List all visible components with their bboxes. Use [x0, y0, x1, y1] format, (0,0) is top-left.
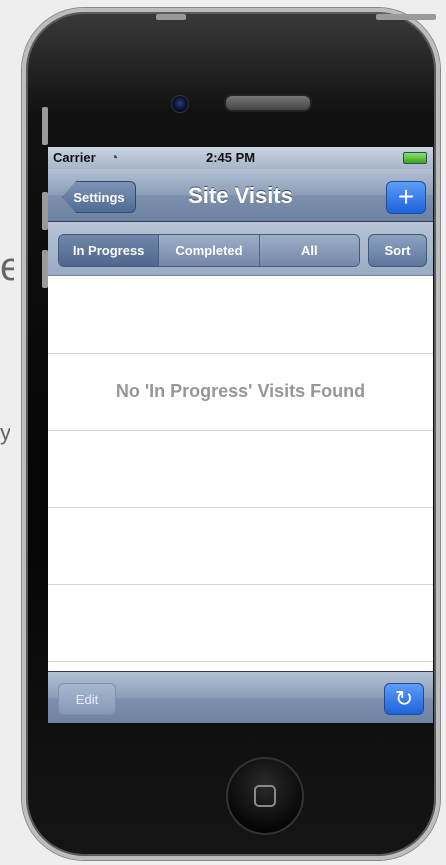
- empty-state-message: No 'In Progress' Visits Found: [115, 381, 366, 401]
- background-text-e: e: [0, 245, 14, 289]
- filter-bar: In Progress Completed All Sort: [48, 222, 433, 276]
- home-button[interactable]: [226, 757, 304, 835]
- refresh-icon: ↻: [394, 686, 414, 711]
- visit-filter-segmented-control: In Progress Completed All: [58, 234, 360, 267]
- visit-list: No 'In Progress' Visits Found: [48, 276, 433, 671]
- background-text-y: y: [0, 420, 10, 445]
- bottom-toolbar: Edit ↻: [48, 671, 433, 723]
- status-time: 2:45 PM: [206, 150, 256, 165]
- list-row: [48, 507, 433, 585]
- refresh-button[interactable]: ↻: [384, 683, 424, 715]
- home-square-icon: [254, 785, 276, 807]
- empty-state-row: No 'In Progress' Visits Found: [48, 353, 433, 431]
- battery-icon: [403, 152, 427, 164]
- edit-button[interactable]: Edit: [58, 683, 116, 715]
- mute-switch: [42, 107, 48, 145]
- settings-back-button[interactable]: Settings: [62, 181, 136, 213]
- wifi-icon: ◔: [110, 149, 119, 165]
- front-camera: [171, 95, 189, 113]
- sort-button[interactable]: Sort: [368, 234, 427, 267]
- segment-completed[interactable]: Completed: [159, 235, 260, 266]
- app-screen: Carrier ◔ 2:45 PM Settings Site Visits +…: [48, 147, 433, 723]
- carrier-label: Carrier: [53, 150, 96, 165]
- list-row: [48, 584, 433, 662]
- earpiece-speaker: [224, 94, 312, 112]
- add-visit-button[interactable]: +: [386, 181, 426, 214]
- top-button: [156, 14, 186, 20]
- status-bar: Carrier ◔ 2:45 PM: [48, 147, 433, 169]
- power-button: [376, 14, 436, 20]
- page-title: Site Visits: [188, 183, 293, 208]
- segment-in-progress[interactable]: In Progress: [59, 235, 160, 266]
- navigation-bar: Settings Site Visits +: [48, 169, 433, 222]
- list-row: [48, 430, 433, 508]
- segment-all[interactable]: All: [259, 235, 359, 266]
- list-row: [48, 276, 433, 354]
